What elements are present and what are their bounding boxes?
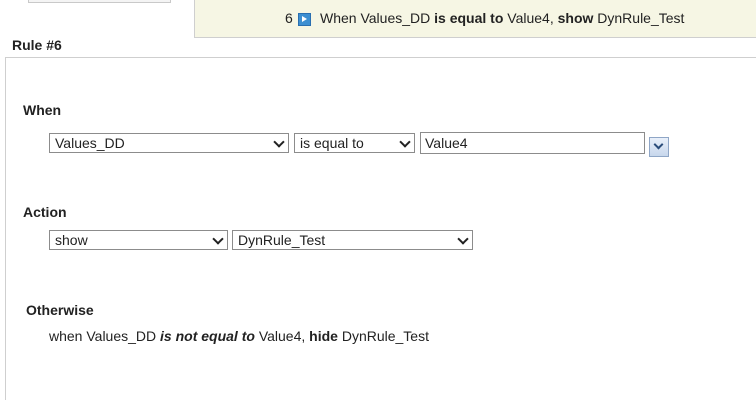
otherwise-label: Otherwise: [26, 302, 94, 318]
value-input[interactable]: Value4: [420, 132, 645, 154]
chevron-down-icon: [399, 136, 411, 148]
chevron-down-icon: [653, 139, 664, 150]
action-select[interactable]: show: [49, 230, 228, 250]
action-select-value: show: [55, 232, 88, 248]
chevron-down-icon: [273, 136, 285, 148]
target-select[interactable]: DynRule_Test: [232, 230, 473, 250]
action-label: Action: [23, 204, 67, 220]
panel-left-border: [5, 58, 6, 400]
summary-operator: is equal to: [434, 10, 504, 26]
otherwise-target: DynRule_Test: [341, 328, 429, 344]
summary-field: Values_DD: [360, 10, 431, 26]
value-dropdown-button[interactable]: [649, 137, 669, 157]
otherwise-rule-text: when Values_DD is not equal to Value4, h…: [49, 328, 429, 344]
summary-action: show: [557, 10, 594, 26]
rule-number: 6: [285, 10, 293, 26]
operator-select[interactable]: is equal to: [294, 133, 415, 153]
chevron-down-icon: [212, 233, 224, 245]
target-select-value: DynRule_Test: [238, 232, 326, 248]
expand-arrow-icon[interactable]: [298, 13, 311, 26]
field-select-value: Values_DD: [55, 135, 125, 151]
value-input-text: Value4: [425, 135, 468, 151]
otherwise-value: Value4,: [258, 328, 306, 344]
rule-title: Rule #6: [12, 37, 62, 53]
otherwise-operator: is not equal to: [160, 328, 255, 344]
field-select[interactable]: Values_DD: [49, 133, 289, 153]
when-label: When: [23, 102, 62, 118]
top-area: 6 When Values_DD is equal to Value4, sho…: [0, 0, 756, 58]
summary-target: DynRule_Test: [597, 10, 685, 26]
chevron-down-icon: [457, 233, 469, 245]
summary-value: Value4,: [507, 10, 554, 26]
left-panel-stub: [28, 0, 171, 3]
summary-when: When: [320, 10, 357, 26]
rule-summary: When Values_DD is equal to Value4, show …: [320, 10, 684, 26]
header-divider: [5, 57, 756, 58]
otherwise-prefix: when Values_DD: [49, 328, 157, 344]
operator-select-value: is equal to: [300, 135, 364, 151]
otherwise-action: hide: [309, 328, 338, 344]
